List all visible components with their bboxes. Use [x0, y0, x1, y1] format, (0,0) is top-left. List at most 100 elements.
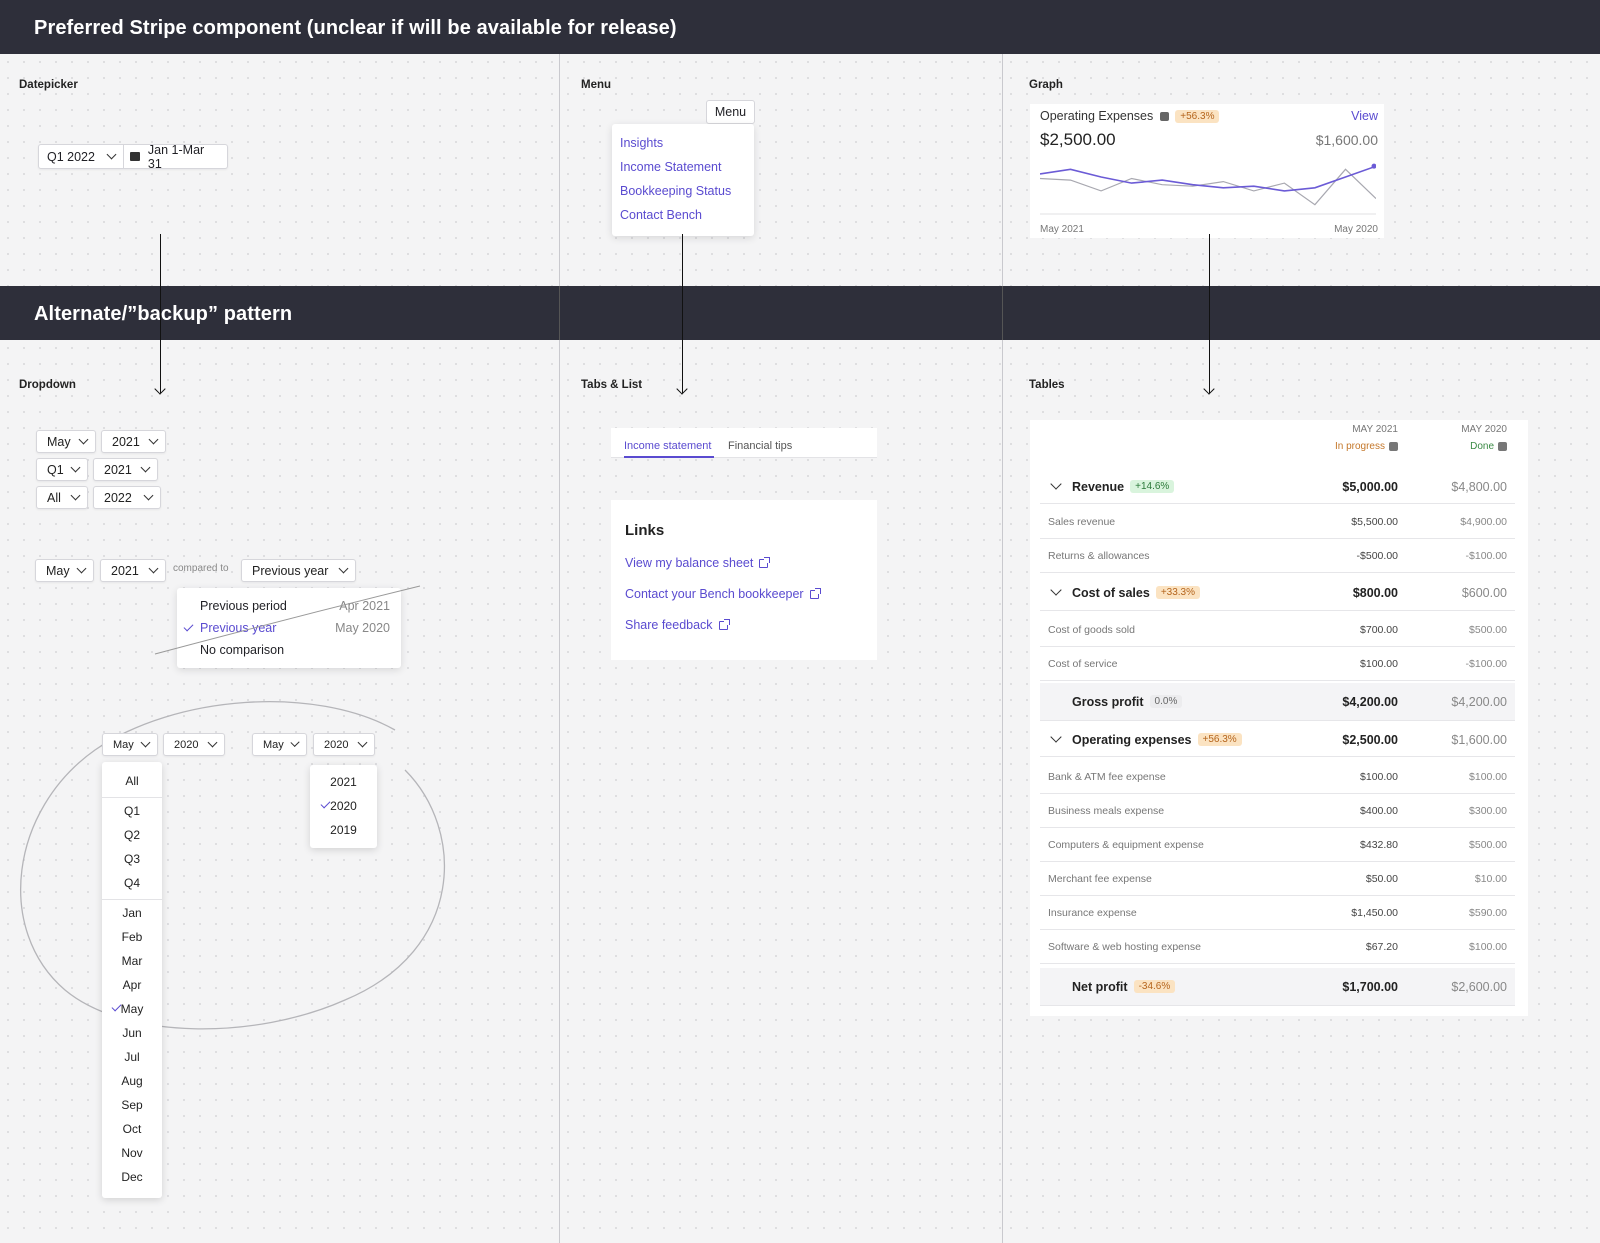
period-option-may[interactable]: May — [102, 1002, 162, 1016]
datepicker[interactable]: Q1 2022 Jan 1-Mar 31 — [38, 143, 228, 171]
row-label: Gross profit 0.0% — [1072, 683, 1183, 720]
period-option-apr[interactable]: Apr — [102, 978, 162, 992]
value-current: $100.00 — [1360, 770, 1398, 783]
row-label-text: Gross profit — [1072, 694, 1144, 709]
period-option-jun[interactable]: Jun — [102, 1026, 162, 1040]
value-previous: $10.00 — [1474, 872, 1507, 885]
chevron-down-icon[interactable] — [1050, 731, 1062, 743]
info-icon — [1389, 442, 1398, 451]
period-option-jul[interactable]: Jul — [102, 1050, 162, 1064]
links-card: Links View my balance sheet Contact your… — [611, 500, 877, 660]
quarter-select[interactable]: Q1 — [36, 458, 88, 481]
row-label: Net profit -34.6% — [1072, 968, 1176, 1005]
row-label-text: Software & web hosting expense — [1048, 940, 1201, 953]
link-label: Share feedback — [625, 618, 713, 632]
period-select[interactable]: All — [36, 486, 88, 509]
chevron-down-icon — [338, 563, 349, 574]
col2-period: MAY 2020 — [1461, 424, 1507, 435]
menu-popover: Insights Income Statement Bookkeeping St… — [612, 124, 754, 236]
graph-view-link[interactable]: View — [1351, 109, 1378, 123]
chevron-down-icon — [76, 563, 87, 574]
period-option-dec[interactable]: Dec — [102, 1170, 162, 1184]
link-balance-sheet[interactable]: View my balance sheet — [625, 556, 771, 570]
table-row[interactable]: Operating expenses +56.3% $2,500.00 $1,600.… — [1040, 723, 1515, 757]
period-option-feb[interactable]: Feb — [102, 930, 162, 944]
link-contact-bookkeeper[interactable]: Contact your Bench bookkeeper — [625, 587, 821, 601]
table-row: Cost of service $100.00 -$100.00 — [1040, 647, 1515, 681]
value-previous: $600.00 — [1461, 585, 1507, 600]
row-label-text: Sales revenue — [1048, 515, 1116, 528]
date-range-select[interactable]: Jan 1-Mar 31 — [124, 143, 227, 171]
period-option-q4[interactable]: Q4 — [102, 876, 162, 890]
external-link-icon — [759, 557, 771, 569]
year-value: 2020 — [324, 738, 349, 751]
period-option-aug[interactable]: Aug — [102, 1074, 162, 1088]
year-select[interactable]: 2021 — [93, 458, 158, 481]
year-option-2019[interactable]: 2019 — [310, 823, 377, 837]
compare-month-select[interactable]: May — [35, 559, 94, 582]
year-select[interactable]: 2022 — [93, 486, 161, 509]
table-row: Cost of goods sold $700.00 $500.00 — [1040, 613, 1515, 647]
row-label: Returns & allowances — [1048, 539, 1150, 572]
menu-button[interactable]: Menu — [706, 100, 755, 124]
value-current: $700.00 — [1360, 623, 1398, 636]
year-value: 2022 — [104, 490, 132, 505]
value-previous: -$100.00 — [1465, 549, 1507, 562]
table-row: Sales revenue $5,500.00 $4,900.00 — [1040, 505, 1515, 539]
period-option-oct[interactable]: Oct — [102, 1122, 162, 1136]
period-option-q2[interactable]: Q2 — [102, 828, 162, 842]
year-option-2021[interactable]: 2021 — [310, 775, 377, 789]
period-option-nov[interactable]: Nov — [102, 1146, 162, 1160]
comparison-value: Previous year — [252, 563, 329, 578]
month-value: May — [113, 738, 134, 751]
value-previous: $500.00 — [1469, 623, 1507, 636]
period-option-q1[interactable]: Q1 — [102, 804, 162, 818]
row-label-text: Cost of sales — [1072, 585, 1150, 600]
table-row: Insurance expense $1,450.00 $590.00 — [1040, 896, 1515, 930]
to-month-select[interactable]: May — [252, 733, 307, 756]
change-badge: +14.6% — [1130, 480, 1175, 493]
period-option-mar[interactable]: Mar — [102, 954, 162, 968]
menu-item-income-statement[interactable]: Income Statement — [620, 160, 721, 174]
year-option-2020[interactable]: 2020 — [310, 799, 377, 813]
month-value: May — [46, 563, 70, 578]
chevron-down-icon[interactable] — [1050, 584, 1062, 596]
col1-status: In progress — [1335, 441, 1398, 452]
menu-item-contact-bench[interactable]: Contact Bench — [620, 208, 702, 222]
calendar-icon — [130, 152, 140, 161]
period-option-all[interactable]: All — [102, 774, 162, 788]
band-divider — [1002, 286, 1003, 340]
graph-card: Operating Expenses +56.3% View $2,500.00… — [1030, 104, 1384, 238]
operating-expenses-chart — [1040, 163, 1376, 215]
status-label: In progress — [1334, 441, 1385, 452]
month-select[interactable]: May — [36, 430, 96, 453]
row-label: Bank & ATM fee expense — [1048, 760, 1166, 793]
menu-item-insights[interactable]: Insights — [620, 136, 663, 150]
table-row[interactable]: Revenue +14.6% $5,000.00 $4,800.00 — [1040, 470, 1515, 504]
quarter-value: Q1 — [47, 462, 64, 477]
period-option-sep[interactable]: Sep — [102, 1098, 162, 1112]
quarter-select[interactable]: Q1 2022 — [39, 145, 124, 168]
tab-income-statement[interactable]: Income statement — [624, 440, 711, 452]
to-year-select[interactable]: 2020 — [313, 733, 375, 756]
link-label: View my balance sheet — [625, 556, 754, 570]
circle-annotation — [20, 701, 446, 1030]
table-row[interactable]: Cost of sales +33.3% $800.00 $600.00 — [1040, 575, 1515, 611]
row-label: Business meals expense — [1048, 794, 1164, 827]
chevron-down-icon — [148, 434, 159, 445]
tab-financial-tips[interactable]: Financial tips — [728, 440, 792, 452]
chevron-down-icon[interactable] — [1050, 478, 1062, 490]
year-value: 2021 — [111, 563, 139, 578]
year-value: 2021 — [104, 462, 132, 477]
row-label: Merchant fee expense — [1048, 862, 1152, 895]
period-option-jan[interactable]: Jan — [102, 906, 162, 920]
link-share-feedback[interactable]: Share feedback — [625, 618, 730, 632]
period-option-q3[interactable]: Q3 — [102, 852, 162, 866]
change-badge: +33.3% — [1155, 586, 1201, 599]
col1-period: MAY 2021 — [1352, 424, 1398, 435]
from-month-select[interactable]: May — [102, 733, 158, 756]
from-year-select[interactable]: 2020 — [163, 733, 225, 756]
menu-item-bookkeeping-status[interactable]: Bookkeeping Status — [620, 184, 731, 198]
year-select[interactable]: 2021 — [101, 430, 166, 453]
row-label-text: Revenue — [1072, 479, 1125, 494]
